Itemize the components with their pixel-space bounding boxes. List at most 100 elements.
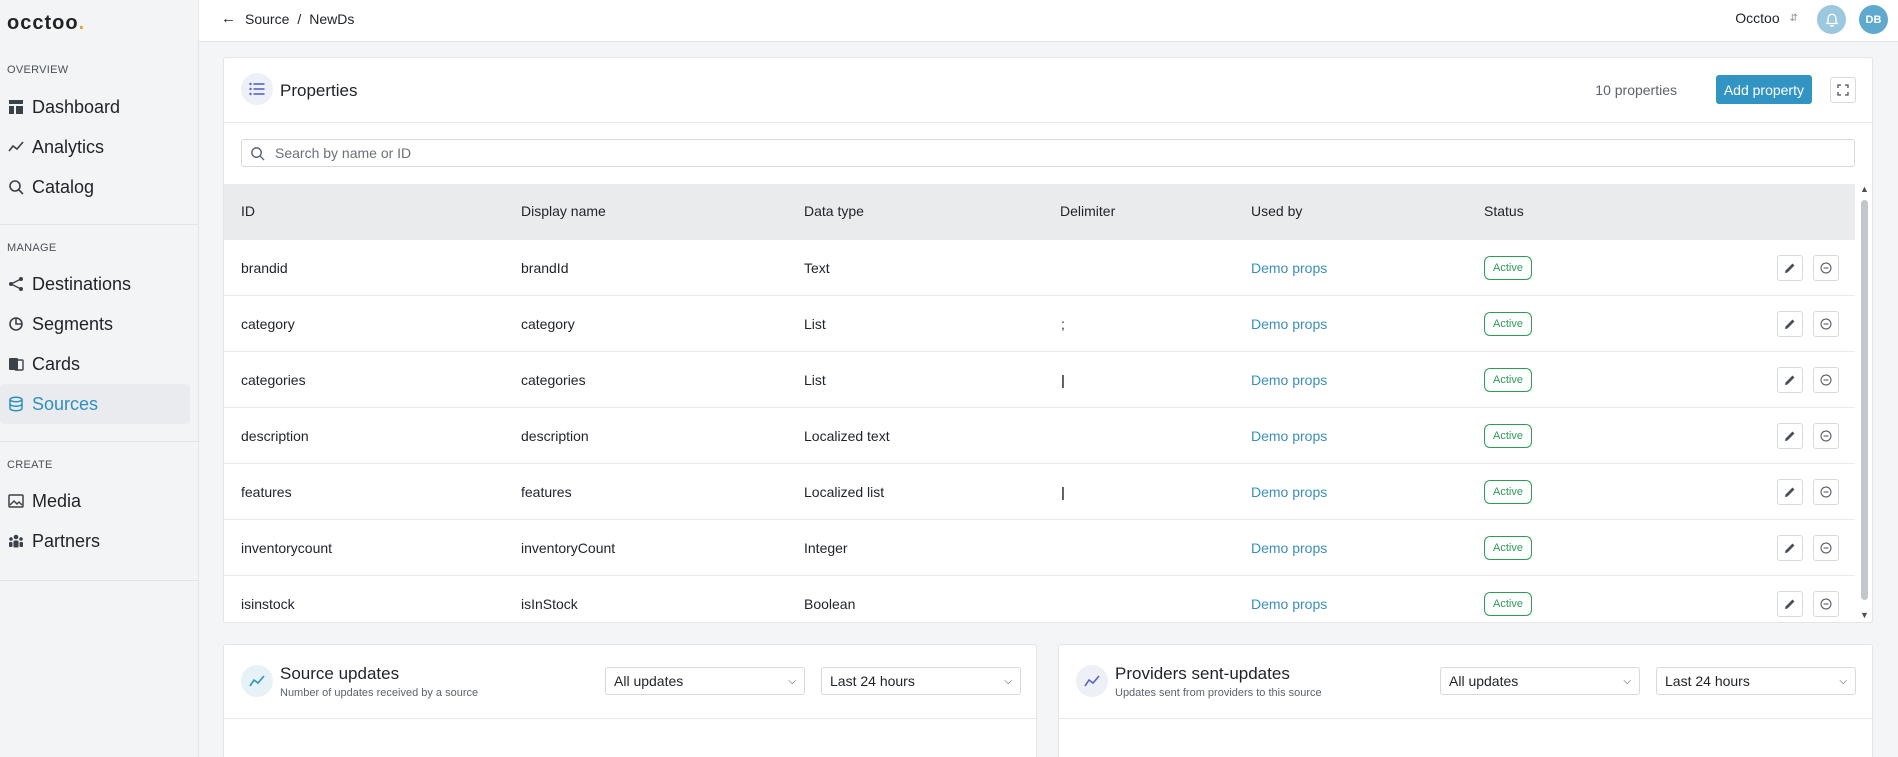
- sidebar-item-sources[interactable]: Sources: [0, 384, 190, 424]
- table-row[interactable]: category category List ; Demo props Acti…: [224, 296, 1855, 352]
- org-switcher[interactable]: Occtoo ⇵: [1735, 10, 1798, 26]
- breadcrumb-source[interactable]: Source: [245, 11, 289, 27]
- used-by-link[interactable]: Demo props: [1251, 484, 1327, 500]
- search-field[interactable]: [241, 139, 1855, 167]
- status-badge: Active: [1484, 424, 1532, 448]
- cell-display-name: categories: [521, 372, 586, 388]
- breadcrumb-current: NewDs: [309, 10, 355, 27]
- sidebar-item-dashboard[interactable]: Dashboard: [0, 87, 190, 127]
- remove-icon[interactable]: [1813, 479, 1839, 505]
- edit-icon[interactable]: [1777, 479, 1803, 505]
- cell-id: features: [241, 484, 292, 500]
- cell-id: brandid: [241, 260, 288, 276]
- used-by-link[interactable]: Demo props: [1251, 428, 1327, 444]
- add-property-button[interactable]: Add property: [1715, 75, 1812, 104]
- search-input[interactable]: [275, 145, 1775, 161]
- edit-icon[interactable]: [1777, 311, 1803, 337]
- people-icon: [7, 532, 25, 550]
- table-scrollbar[interactable]: ▲ ▼: [1857, 184, 1871, 622]
- occtoo-logo[interactable]: occtoo.: [7, 12, 85, 35]
- used-by-link[interactable]: Demo props: [1251, 372, 1327, 388]
- cell-id: description: [241, 428, 309, 444]
- select-value: All updates: [614, 673, 684, 689]
- cell-display-name: description: [521, 428, 589, 444]
- source-updates-subtitle: Number of updates received by a source: [280, 687, 479, 699]
- cell-delimiter: |: [1061, 484, 1065, 500]
- breadcrumb-separator: /: [297, 10, 302, 27]
- table-row[interactable]: brandid brandId Text Demo props Active: [224, 240, 1855, 296]
- used-by-link[interactable]: Demo props: [1251, 596, 1327, 612]
- search-icon: [250, 146, 265, 161]
- scroll-down-arrow-icon[interactable]: ▼: [1860, 610, 1869, 620]
- updates-type-select[interactable]: All updates ⌵: [1440, 667, 1640, 695]
- bell-icon[interactable]: [1817, 5, 1846, 34]
- remove-icon[interactable]: [1813, 535, 1839, 561]
- status-badge: Active: [1484, 256, 1532, 280]
- time-range-select[interactable]: Last 24 hours ⌵: [1656, 667, 1856, 695]
- properties-count: 10 properties: [1595, 82, 1677, 98]
- share-icon: [7, 275, 25, 293]
- time-range-select[interactable]: Last 24 hours ⌵: [821, 667, 1021, 695]
- cell-id: inventorycount: [241, 540, 333, 556]
- remove-icon[interactable]: [1813, 311, 1839, 337]
- edit-icon[interactable]: [1777, 423, 1803, 449]
- edit-icon[interactable]: [1777, 591, 1803, 617]
- edit-icon[interactable]: [1777, 535, 1803, 561]
- remove-icon[interactable]: [1813, 423, 1839, 449]
- table-row[interactable]: isinstock isInStock Boolean Demo props A…: [224, 576, 1855, 622]
- used-by-link[interactable]: Demo props: [1251, 316, 1327, 332]
- sidebar-item-cards[interactable]: Cards: [0, 344, 190, 384]
- sidebar-item-label: Partners: [32, 530, 101, 551]
- cell-display-name: features: [521, 484, 572, 500]
- remove-icon[interactable]: [1813, 367, 1839, 393]
- back-arrow-icon[interactable]: ←: [221, 10, 236, 27]
- table-row[interactable]: features features Localized list | Demo …: [224, 464, 1855, 520]
- scrollbar-thumb[interactable]: [1861, 200, 1868, 600]
- chevron-down-icon: ⌵: [788, 675, 796, 687]
- column-header-data-type[interactable]: Data type: [804, 203, 864, 219]
- edit-icon[interactable]: [1777, 255, 1803, 281]
- sidebar-item-segments[interactable]: Segments: [0, 304, 190, 344]
- properties-card: Properties 10 properties Add property ID…: [223, 57, 1873, 623]
- table-row[interactable]: inventorycount inventoryCount Integer De…: [224, 520, 1855, 576]
- remove-icon[interactable]: [1813, 591, 1839, 617]
- sidebar-item-catalog[interactable]: Catalog: [0, 167, 190, 207]
- properties-header: Properties 10 properties Add property: [224, 58, 1872, 123]
- sidebar-item-media[interactable]: Media: [0, 481, 190, 521]
- section-label-manage: MANAGE: [7, 242, 57, 254]
- cards-icon: [7, 355, 25, 373]
- select-value: Last 24 hours: [830, 673, 915, 689]
- trend-chart-icon: [1076, 665, 1108, 697]
- remove-icon[interactable]: [1813, 255, 1839, 281]
- scroll-up-arrow-icon[interactable]: ▲: [1860, 184, 1869, 194]
- used-by-link[interactable]: Demo props: [1251, 540, 1327, 556]
- cell-data-type: List: [804, 316, 826, 332]
- sidebar-item-label: Analytics: [32, 136, 105, 157]
- cell-display-name: isInStock: [521, 596, 578, 612]
- column-header-used-by[interactable]: Used by: [1251, 203, 1302, 219]
- cell-id: isinstock: [241, 596, 295, 612]
- table-row[interactable]: categories categories List | Demo props …: [224, 352, 1855, 408]
- column-header-display-name[interactable]: Display name: [521, 203, 606, 219]
- status-badge: Active: [1484, 312, 1532, 336]
- column-header-status[interactable]: Status: [1484, 203, 1524, 219]
- updates-type-select[interactable]: All updates ⌵: [605, 667, 805, 695]
- table-row[interactable]: description description Localized text D…: [224, 408, 1855, 464]
- status-badge: Active: [1484, 536, 1532, 560]
- avatar[interactable]: DB: [1859, 5, 1888, 34]
- updown-chevron-icon: ⇵: [1789, 12, 1798, 24]
- edit-icon[interactable]: [1777, 367, 1803, 393]
- column-header-id[interactable]: ID: [241, 203, 255, 219]
- source-updates-title: Source updates: [280, 664, 400, 683]
- expand-icon[interactable]: [1830, 77, 1856, 103]
- cell-display-name: category: [521, 316, 575, 332]
- sidebar-item-partners[interactable]: Partners: [0, 521, 190, 561]
- sidebar-item-analytics[interactable]: Analytics: [0, 127, 190, 167]
- trend-chart-icon: [241, 665, 273, 697]
- used-by-link[interactable]: Demo props: [1251, 260, 1327, 276]
- section-label-create: CREATE: [7, 459, 53, 471]
- sidebar-item-label: Media: [32, 490, 82, 511]
- sidebar-item-destinations[interactable]: Destinations: [0, 264, 190, 304]
- column-header-delimiter[interactable]: Delimiter: [1060, 203, 1115, 219]
- chevron-down-icon: ⌵: [1623, 675, 1631, 687]
